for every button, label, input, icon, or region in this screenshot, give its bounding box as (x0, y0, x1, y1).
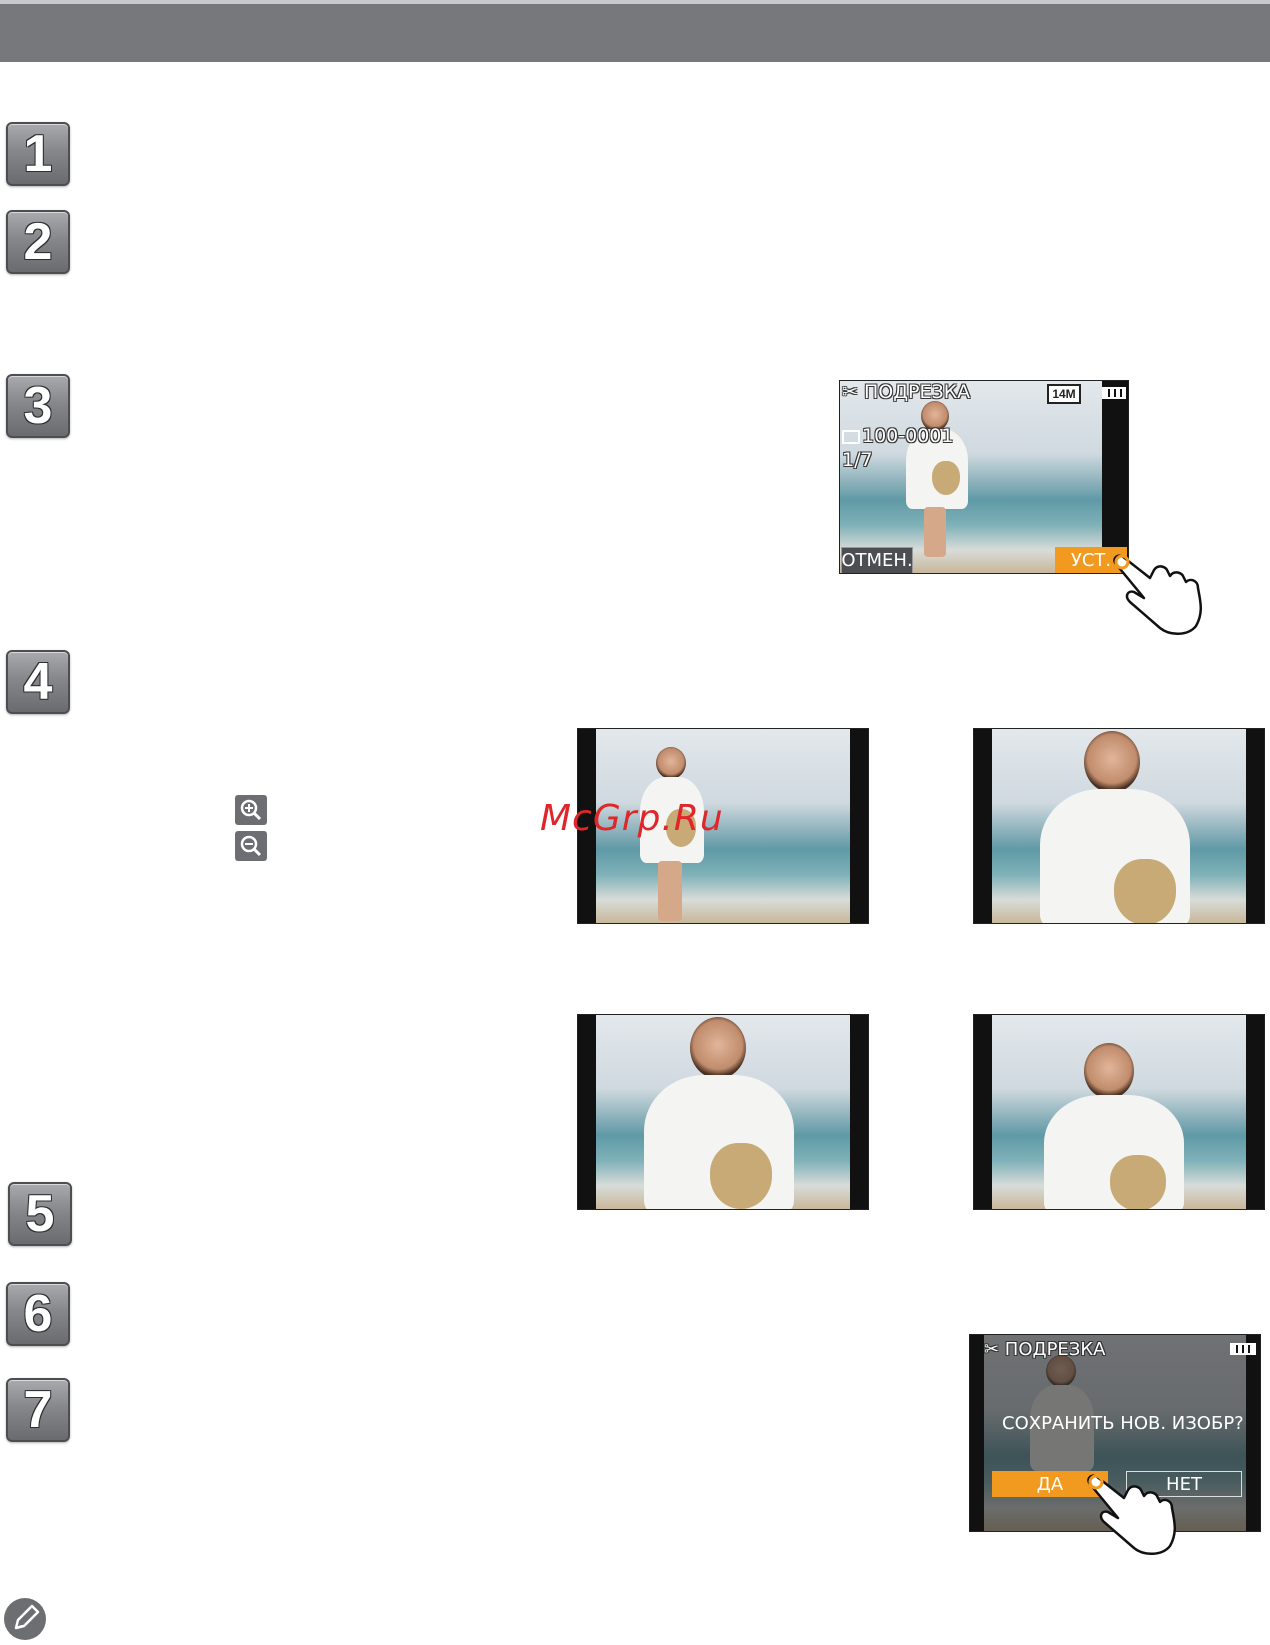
frame-bar-left (970, 1335, 984, 1531)
child-head (1084, 731, 1140, 793)
child-bag (1114, 859, 1176, 923)
step-5-badge: 5 (8, 1182, 72, 1246)
battery-icon (1230, 1343, 1256, 1355)
preview-screen-zoom-2 (577, 1014, 869, 1210)
frame-bar-right (1246, 1335, 1260, 1531)
step-2-badge: 2 (6, 210, 70, 274)
preview-screen-zoom-1 (973, 728, 1265, 924)
child-bag (1110, 1155, 1166, 1209)
child-head (690, 1017, 746, 1079)
battery-icon (1102, 387, 1126, 399)
child-bag (710, 1143, 772, 1209)
note-icon (4, 1598, 46, 1640)
folder-icon (842, 429, 860, 444)
header-bar (0, 0, 1270, 62)
frame-bar-left (974, 729, 992, 923)
step-3-badge: 3 (6, 374, 70, 438)
zoom-out-icon (235, 831, 267, 861)
frame-bar-right (850, 1015, 868, 1209)
mode-label: ✂ ПОДРЕЗКА (984, 1339, 1106, 1360)
zoom-in-icon (235, 795, 267, 825)
screen-side-bar (1102, 381, 1128, 573)
frame-bar-left (974, 1015, 992, 1209)
frame-counter: 1/7 (842, 449, 873, 471)
step-1-badge: 1 (6, 122, 70, 186)
step-7-badge: 7 (6, 1378, 70, 1442)
child-head (656, 747, 686, 779)
step-6-badge: 6 (6, 1282, 70, 1346)
crop-select-screen: ✂ ПОДРЕЗКА 14M 100-0001 1/7 ОТМЕН. УСТ. (839, 380, 1129, 574)
save-question: СОХРАНИТЬ НОВ. ИЗОБР? (1002, 1413, 1244, 1434)
touch-hand-icon (1113, 554, 1202, 635)
cancel-button[interactable]: ОТМЕН. (841, 547, 913, 573)
frame-bar-right (850, 729, 868, 923)
watermark: McGrp.Ru (540, 798, 724, 839)
child-bag (932, 461, 960, 495)
frame-bar-right (1246, 729, 1264, 923)
size-badge: 14M (1047, 384, 1081, 404)
frame-bar-right (1246, 1015, 1264, 1209)
mode-label: ✂ ПОДРЕЗКА (842, 381, 971, 403)
step-4-badge: 4 (6, 650, 70, 714)
preview-screen-zoom-3 (973, 1014, 1265, 1210)
touch-hand-icon (1087, 1474, 1176, 1555)
file-number: 100-0001 (842, 425, 953, 447)
child-legs (658, 861, 682, 921)
frame-bar-left (578, 1015, 596, 1209)
child-head (1084, 1043, 1134, 1099)
crop-select-photo (840, 381, 1128, 573)
child-legs (924, 507, 946, 557)
